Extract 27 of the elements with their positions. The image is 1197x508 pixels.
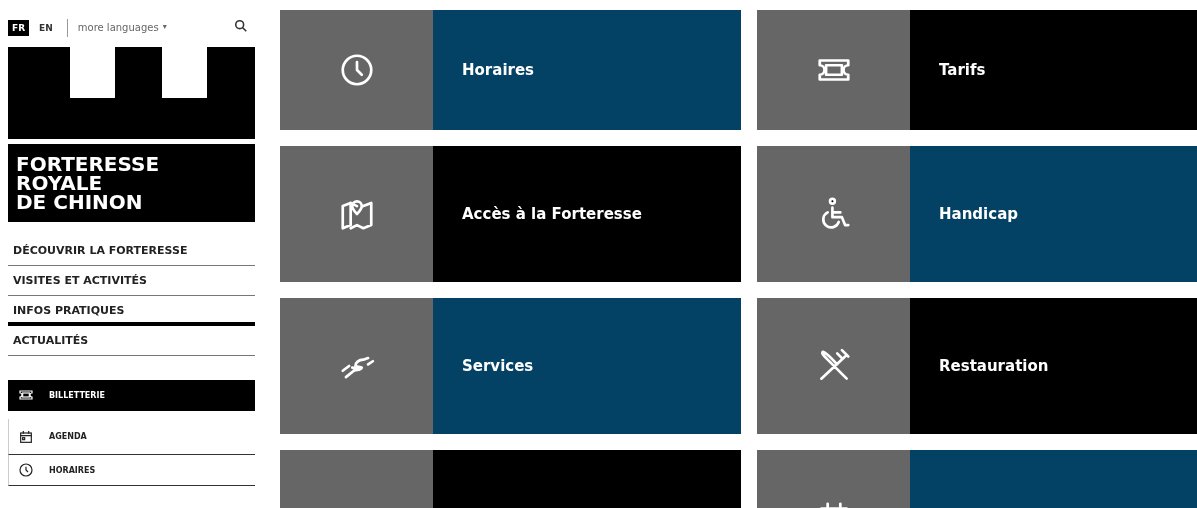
language-link[interactable]: EN [35, 19, 57, 36]
info-tile[interactable]: Restauration [757, 298, 1197, 434]
info-tile[interactable]: Handicap [757, 146, 1197, 282]
tile-label: Accès à la Forteresse [462, 205, 642, 223]
quick-link[interactable]: HORAIRES [8, 455, 255, 486]
tile-label: Tarifs [939, 61, 986, 79]
language-dropdown[interactable]: more languages ▾ [77, 22, 167, 33]
language-link[interactable]: FR [8, 19, 30, 36]
site-title[interactable]: FORTERESSE ROYALE DE CHINON [8, 144, 255, 222]
quick-link[interactable]: AGENDA [8, 419, 255, 455]
clock-icon [17, 462, 35, 478]
search-icon [234, 19, 248, 33]
tile-label: Handicap [939, 205, 1018, 223]
tile-label: Restauration [939, 357, 1049, 375]
info-tile[interactable]: Horaires [280, 10, 741, 130]
nav-link[interactable]: ACTUALITÉS [8, 326, 255, 356]
info-tile[interactable]: Accès à la Forteresse [280, 146, 741, 282]
tile-label: Horaires [462, 61, 535, 79]
nav-link[interactable]: DÉCOUVRIR LA FORTERESSE [8, 236, 255, 266]
nav-link[interactable]: INFOS PRATIQUES [8, 296, 255, 326]
nav-link[interactable]: VISITES ET ACTIVITÉS [8, 266, 255, 296]
tile-label: Services [462, 357, 534, 375]
quick-link[interactable]: BILLETTERIE [8, 380, 255, 411]
info-tile[interactable]: Tarifs [757, 10, 1197, 130]
castle-logo[interactable] [8, 47, 255, 139]
ticket-icon [17, 387, 35, 403]
info-tile[interactable]: Services [280, 298, 741, 434]
